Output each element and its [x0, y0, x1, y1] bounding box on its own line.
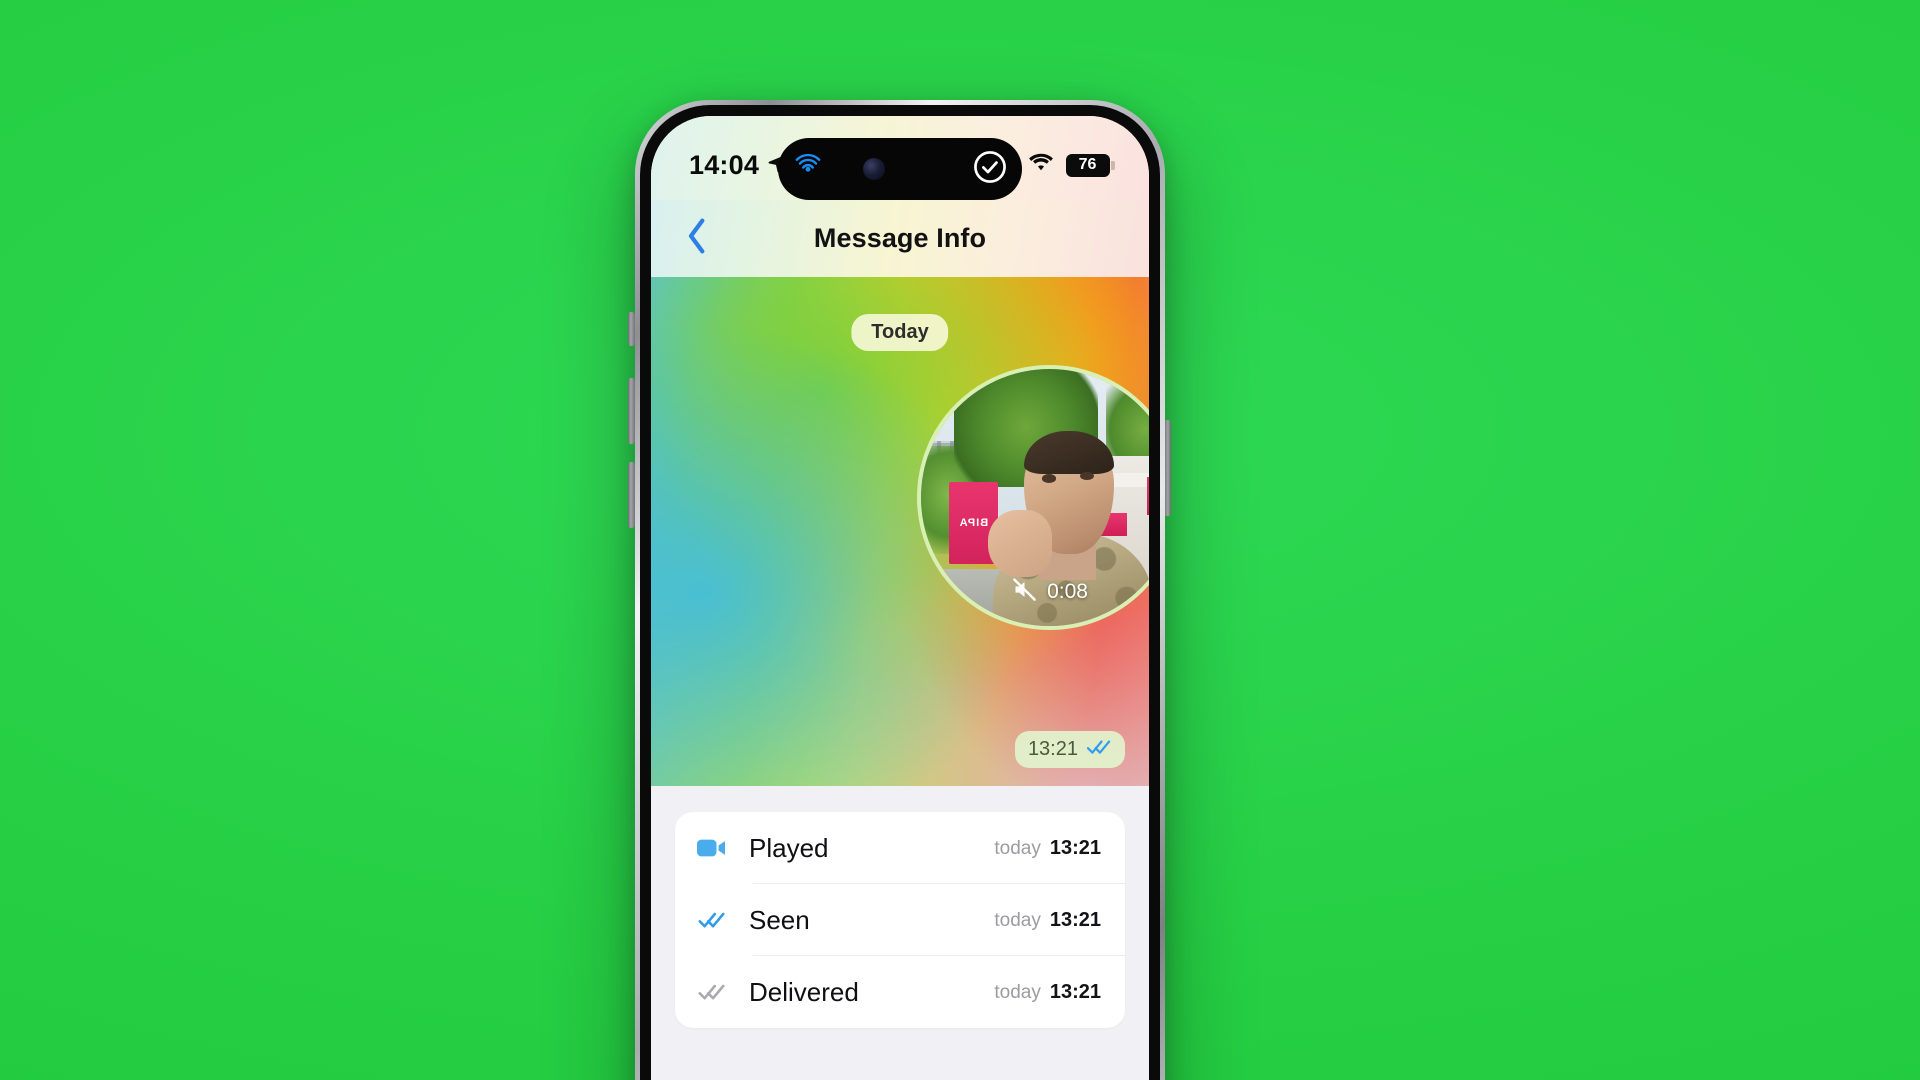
row-timestamp: today 13:21: [994, 909, 1101, 932]
row-time: 13:21: [1049, 980, 1101, 1003]
battery-percent-label: 76: [1078, 156, 1097, 173]
table-row[interactable]: Delivered today 13:21: [675, 956, 1125, 1028]
date-separator-pill: Today: [851, 314, 949, 351]
chevron-left-icon: [684, 216, 710, 261]
message-info-sheet: Played today 13:21 Seen today 13:21 Deli…: [651, 786, 1149, 1080]
row-label: Delivered: [749, 976, 859, 1007]
video-note-duration: 0:08: [1047, 580, 1088, 603]
battery-icon: 76: [1065, 153, 1115, 177]
row-time: 13:21: [1049, 908, 1101, 931]
page-title: Message Info: [813, 223, 987, 253]
video-camera-icon: [697, 837, 737, 859]
speaker-muted-icon: [1011, 576, 1038, 608]
row-day: today: [994, 909, 1041, 931]
volume-down-button[interactable]: [628, 462, 635, 528]
airdrop-icon: [791, 150, 825, 189]
back-button[interactable]: [673, 215, 721, 263]
row-timestamp: today 13:21: [994, 837, 1101, 860]
double-check-icon: [697, 982, 737, 1002]
row-time: 13:21: [1049, 836, 1101, 859]
phone-device: 14:04 76 Message Info Today BIPA 0:08 13…: [635, 100, 1165, 1080]
outgoing-message-status-bubble: 13:21: [1014, 731, 1125, 768]
status-bar: 14:04 76: [651, 116, 1149, 200]
video-note-message[interactable]: 0:08: [917, 365, 1149, 630]
silent-switch-button[interactable]: [628, 312, 635, 346]
double-check-icon: [1086, 738, 1112, 761]
table-row[interactable]: Seen today 13:21: [675, 884, 1125, 956]
phone-bezel: 14:04 76 Message Info Today BIPA 0:08 13…: [640, 105, 1160, 1080]
front-camera-icon: [863, 158, 885, 180]
navigation-bar: Message Info: [651, 200, 1149, 277]
row-label: Seen: [749, 904, 810, 935]
video-note-overlay: 0:08: [921, 576, 1149, 608]
power-button[interactable]: [1164, 420, 1171, 516]
row-day: today: [994, 837, 1041, 859]
volume-up-button[interactable]: [628, 378, 635, 444]
phone-screen: 14:04 76 Message Info Today BIPA 0:08 13…: [651, 116, 1149, 1080]
double-check-icon: [697, 910, 737, 930]
table-row[interactable]: Played today 13:21: [675, 812, 1125, 884]
dynamic-island[interactable]: [778, 138, 1022, 200]
message-status-card: Played today 13:21 Seen today 13:21 Deli…: [675, 812, 1125, 1028]
chat-preview-area: Today BIPA 0:08 13:21: [651, 277, 1149, 786]
row-timestamp: today 13:21: [994, 981, 1101, 1004]
message-time: 13:21: [1027, 738, 1078, 760]
status-bar-left: 14:04: [689, 150, 788, 181]
row-label: Played: [749, 832, 829, 863]
wifi-icon: [1027, 152, 1055, 178]
check-circle-icon: [971, 148, 1009, 191]
status-bar-clock: 14:04: [689, 149, 760, 180]
row-day: today: [994, 981, 1041, 1003]
